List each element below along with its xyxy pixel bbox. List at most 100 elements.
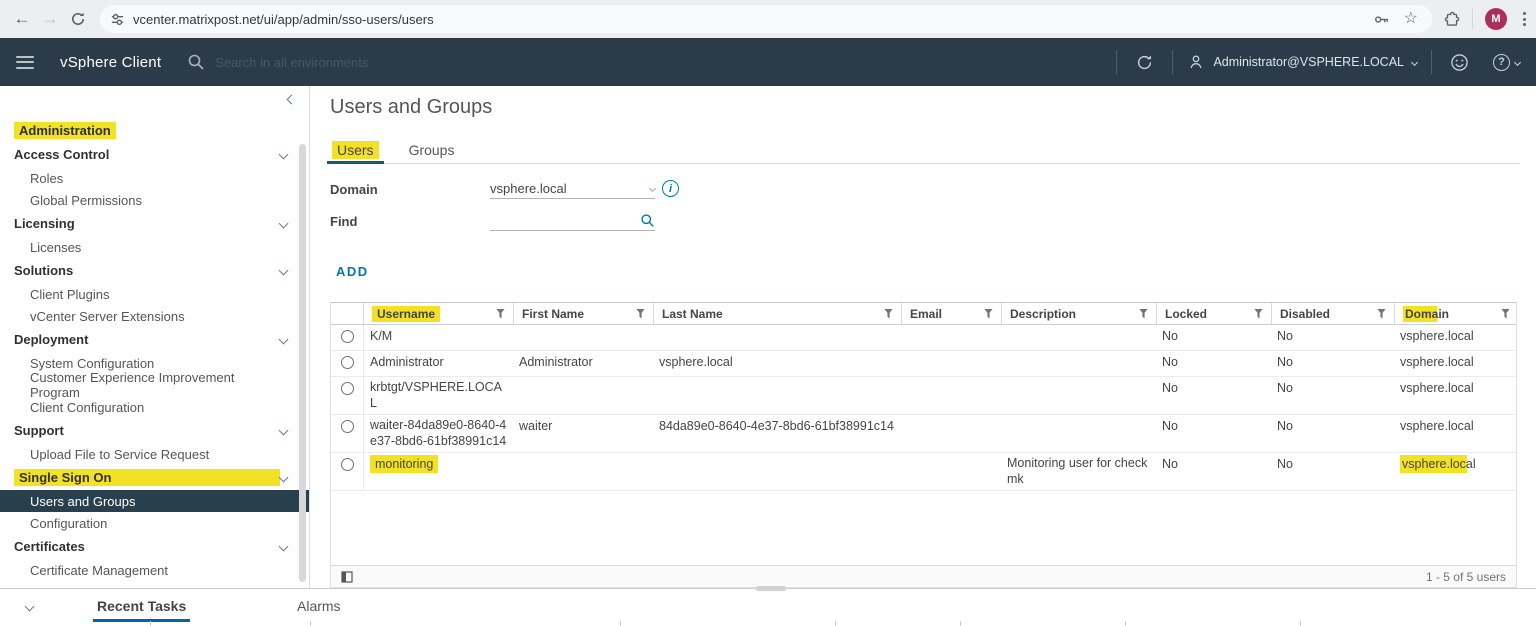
sidebar-item-solutions[interactable]: Solutions: [0, 258, 309, 283]
sidebar-item-deployment[interactable]: Deployment: [0, 327, 309, 352]
sidebar-item-users-and-groups[interactable]: Users and Groups: [0, 490, 309, 512]
sidebar-item-label: Licenses: [30, 239, 82, 255]
cell-description: Monitoring user for checkmk: [1001, 453, 1156, 490]
domain-select[interactable]: vsphere.local: [490, 178, 657, 199]
filter-icon[interactable]: [884, 308, 893, 319]
browser-back-icon[interactable]: ←: [8, 5, 36, 33]
column-header-disabled[interactable]: Disabled: [1271, 303, 1394, 324]
sidebar-scrollbar[interactable]: [299, 144, 306, 582]
row-radio[interactable]: [341, 330, 354, 343]
sidebar-item-customer-experience-improvement-program[interactable]: Customer Experience Improvement Program: [0, 370, 309, 400]
table-row[interactable]: K/M No No vsphere.local: [331, 325, 1516, 351]
column-label: Description: [1010, 306, 1077, 321]
sidebar-item-roles[interactable]: Roles: [0, 167, 309, 189]
screen: ← → vcenter.matrixpost.net/ui/app/admin/…: [0, 0, 1536, 626]
row-radio[interactable]: [341, 356, 354, 369]
sidebar-item-certificate-management[interactable]: Certificate Management: [0, 559, 309, 581]
cell-first_name: waiter: [513, 415, 653, 452]
sidebar-item-support[interactable]: Support: [0, 418, 309, 443]
table-row[interactable]: waiter-84da89e0-8640-4e37-8bd6-61bf38991…: [331, 415, 1516, 453]
sidebar-item-access-control[interactable]: Access Control: [0, 142, 309, 167]
tab-recent-tasks[interactable]: Recent Tasks: [92, 598, 191, 622]
app-header: vSphere Client Search in all environment…: [0, 38, 1536, 86]
find-input[interactable]: [490, 212, 640, 228]
sidebar-item-configuration[interactable]: Configuration: [0, 512, 309, 534]
sidebar-item-administration[interactable]: Administration: [0, 118, 309, 142]
browser-toolbar: ← → vcenter.matrixpost.net/ui/app/admin/…: [0, 0, 1536, 38]
row-radio[interactable]: [341, 458, 354, 471]
filter-icon[interactable]: [1377, 308, 1386, 319]
info-icon[interactable]: i: [662, 180, 679, 197]
column-header-first-name[interactable]: First Name: [513, 303, 653, 324]
sidebar-item-vcenter-server-extensions[interactable]: vCenter Server Extensions: [0, 305, 309, 327]
browser-forward-icon[interactable]: →: [36, 5, 64, 33]
column-header-locked[interactable]: Locked: [1156, 303, 1271, 324]
tab-alarms[interactable]: Alarms: [297, 598, 341, 614]
column-header-email[interactable]: Email: [901, 303, 1001, 324]
address-bar[interactable]: vcenter.matrixpost.net/ui/app/admin/sso-…: [100, 5, 1432, 33]
row-radio[interactable]: [341, 382, 354, 395]
row-radio[interactable]: [341, 420, 354, 433]
filter-icon[interactable]: [1139, 308, 1148, 319]
password-key-icon[interactable]: [1373, 11, 1390, 28]
sidebar-item-label: Upload File to Service Request: [30, 446, 210, 462]
sidebar-item-client-plugins[interactable]: Client Plugins: [0, 283, 309, 305]
feedback-smiley-icon[interactable]: [1446, 53, 1473, 72]
column-header-description[interactable]: Description: [1001, 303, 1156, 324]
sidebar-item-label: Access Control: [14, 147, 110, 162]
cell-domain: vsphere.local: [1394, 377, 1516, 414]
sidebar-item-single-sign-on[interactable]: Single Sign On: [0, 465, 309, 490]
find-field[interactable]: [490, 210, 655, 231]
sidebar-item-label: Certificates: [14, 539, 85, 554]
global-search[interactable]: Search in all environments: [187, 53, 368, 71]
cell-email: [901, 415, 1001, 452]
table-body: K/M No No vsphere.local Administrator Adminis…: [331, 325, 1516, 567]
table-row[interactable]: monitoring Monitoring user for checkmk No N…: [331, 453, 1516, 491]
find-search-icon: [641, 213, 654, 227]
refresh-icon[interactable]: [1131, 53, 1158, 72]
cell-email: [901, 453, 1001, 490]
column-header-username[interactable]: Username: [363, 303, 513, 324]
filter-icon[interactable]: [496, 308, 505, 319]
tab-groups[interactable]: Groups: [407, 138, 457, 163]
user-menu[interactable]: Administrator@VSPHERE.LOCAL: [1187, 53, 1419, 71]
sidebar-item-licenses[interactable]: Licenses: [0, 236, 309, 258]
cell-text-username: krbtgt/VSPHERE.LOCAL: [370, 380, 502, 410]
sidebar-item-client-configuration[interactable]: Client Configuration: [0, 396, 309, 418]
add-user-button[interactable]: ADD: [336, 264, 369, 279]
filter-icon[interactable]: [1501, 308, 1510, 319]
column-label: Disabled: [1280, 306, 1331, 321]
filter-icon[interactable]: [1254, 308, 1263, 319]
column-picker-icon[interactable]: [341, 570, 353, 583]
tasks-collapse-icon[interactable]: [24, 601, 35, 612]
filter-icon[interactable]: [984, 308, 993, 319]
help-menu[interactable]: ?: [1487, 53, 1526, 71]
sidebar-item-licensing[interactable]: Licensing: [0, 211, 309, 236]
sidebar-item-upload-file-to-service-request[interactable]: Upload File to Service Request: [0, 443, 309, 465]
content-panel: Users and Groups Users Groups Domain vsp…: [310, 86, 1536, 588]
horizontal-scrollbar[interactable]: [756, 586, 786, 591]
site-settings-icon[interactable]: [110, 12, 125, 27]
sidebar: Administration Access Control Roles Global …: [0, 86, 310, 588]
cell-text-disabled: No: [1277, 355, 1293, 369]
table-row[interactable]: Administrator Administrator vsphere.local N…: [331, 351, 1516, 377]
sidebar-item-certificates[interactable]: Certificates: [0, 534, 309, 559]
cell-last_name: [653, 377, 901, 414]
column-header-domain[interactable]: Domain: [1394, 303, 1518, 324]
browser-profile-avatar[interactable]: M: [1485, 8, 1507, 30]
cell-text-locked: No: [1162, 355, 1178, 369]
cell-text-first_name: waiter: [519, 419, 553, 433]
cell-select: [331, 415, 363, 452]
sidebar-item-label: vCenter Server Extensions: [30, 308, 185, 324]
domain-value: vsphere.local: [490, 180, 567, 196]
bookmark-star-icon[interactable]: ☆: [1404, 11, 1418, 27]
browser-reload-icon[interactable]: [64, 5, 92, 33]
extensions-puzzle-icon[interactable]: [1443, 11, 1460, 28]
sidebar-item-global-permissions[interactable]: Global Permissions: [0, 189, 309, 211]
column-header-last-name[interactable]: Last Name: [653, 303, 901, 324]
table-row[interactable]: krbtgt/VSPHERE.LOCAL No No vsphere.local: [331, 377, 1516, 415]
filter-icon[interactable]: [636, 308, 645, 319]
tab-users[interactable]: Users: [327, 138, 384, 164]
hamburger-menu-icon[interactable]: [16, 55, 34, 69]
browser-menu-icon[interactable]: [1519, 8, 1530, 30]
